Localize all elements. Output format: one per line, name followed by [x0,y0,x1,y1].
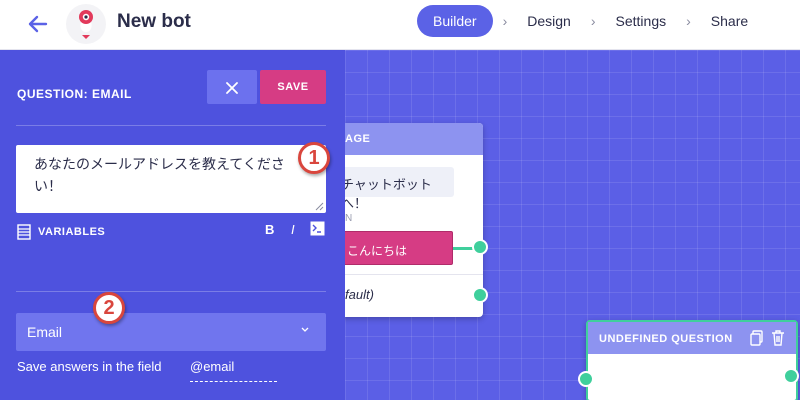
close-icon [226,82,238,95]
divider [16,125,326,126]
output-port[interactable] [472,239,488,255]
flow-node-greeting[interactable]: AGE チャットボットへ！ N こんにちは fault) [345,123,483,317]
terminal-icon[interactable] [310,221,325,236]
step-design[interactable]: Design [517,13,581,29]
save-field-input[interactable]: @email [190,357,277,382]
output-port[interactable] [472,287,488,303]
back-arrow-icon[interactable] [24,10,52,38]
bot-avatar[interactable] [66,4,106,44]
annotation-badge-2: 2 [93,292,125,324]
save-field-label: Save answers in the field [17,359,162,374]
node-choice-button[interactable]: こんにちは [345,231,453,265]
answer-type-select[interactable]: Email [16,313,326,351]
node-header: AGE [345,123,483,155]
input-port[interactable] [578,371,594,387]
question-text-input[interactable] [16,145,326,213]
resize-handle-icon[interactable] [314,201,324,211]
list-icon [17,224,31,240]
variables-label: VARIABLES [38,226,106,238]
step-settings[interactable]: Settings [606,13,677,29]
trash-icon[interactable] [771,330,785,346]
node-default-option[interactable]: fault) [345,274,483,317]
output-port[interactable] [783,368,799,384]
node2-title: UNDEFINED QUESTION [599,333,733,345]
copy-icon[interactable] [750,330,764,346]
step-navigation: Builder › Design › Settings › Share [417,5,758,37]
node-section-label: N [345,213,353,224]
step-chevron-icon: › [590,13,596,29]
top-bar: New bot Builder › Design › Settings › Sh… [0,0,800,50]
bot-logo-icon [79,10,93,39]
node2-header: UNDEFINED QUESTION [588,322,796,354]
answer-type-value: Email [27,324,63,340]
panel-title: QUESTION: EMAIL [17,87,132,101]
flow-canvas[interactable]: AGE チャットボットへ！ N こんにちは fault) UNDEFINED Q… [345,50,800,400]
annotation-badge-1: 1 [298,142,330,174]
variables-toggle[interactable]: VARIABLES [17,222,105,242]
step-chevron-icon: › [502,13,508,29]
bot-title[interactable]: New bot [117,11,191,33]
step-builder[interactable]: Builder [417,5,493,37]
save-button[interactable]: SAVE [260,70,326,104]
flow-node-undefined-question[interactable]: UNDEFINED QUESTION [586,320,798,400]
step-chevron-icon: › [686,13,691,29]
bold-button[interactable]: B [265,222,274,237]
divider [16,291,326,292]
close-button[interactable] [207,70,257,104]
node-message-bubble: チャットボットへ！ [345,167,454,211]
step-share[interactable]: Share [701,13,758,29]
question-editor-panel: QUESTION: EMAIL SAVE VARIABLES B I Email… [0,50,345,400]
italic-button[interactable]: I [291,222,295,237]
chevron-down-icon [301,327,309,332]
